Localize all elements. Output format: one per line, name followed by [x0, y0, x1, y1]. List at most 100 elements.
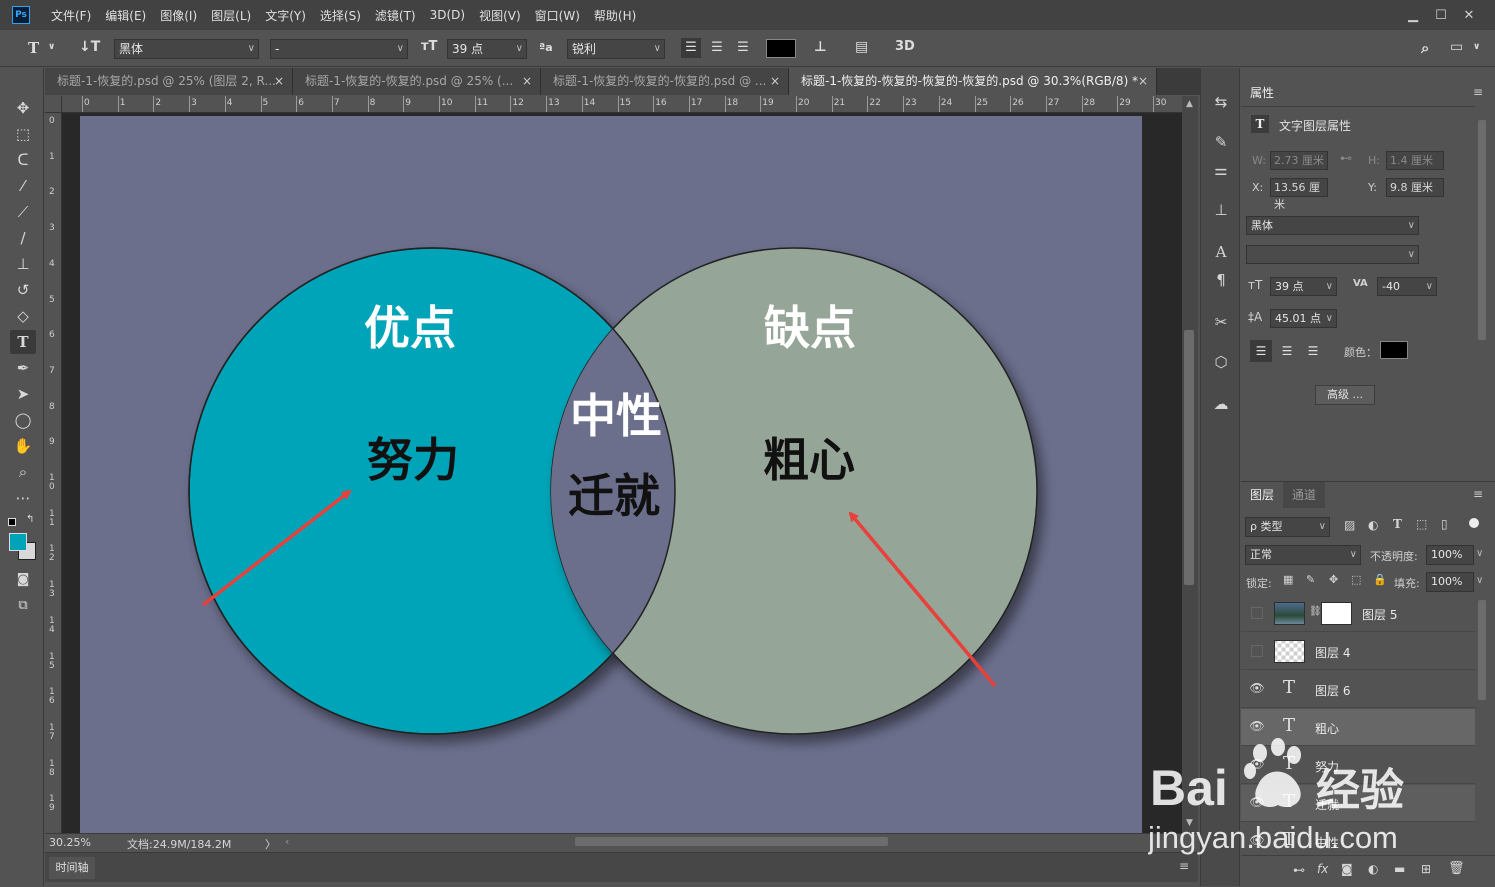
zoom-tool-icon[interactable]: ⌕ [10, 460, 36, 484]
menu-help[interactable]: 帮助(H) [587, 7, 643, 24]
layer-row[interactable]: 👁 T 图层 6 [1241, 671, 1475, 708]
menu-edit[interactable]: 编辑(E) [98, 7, 153, 24]
opacity-field[interactable]: 100% [1426, 545, 1474, 565]
layer-row[interactable]: ⛓ 图层 5 [1241, 595, 1475, 632]
font-style-select[interactable]: ∨ [1246, 245, 1419, 264]
horizontal-scroll-thumb[interactable] [575, 837, 888, 846]
chevron-down-icon[interactable]: ∨ [1476, 548, 1483, 559]
filter-adjust-icon[interactable]: ◐ [1368, 518, 1378, 532]
lasso-tool-icon[interactable]: ᑕ [10, 148, 36, 172]
close-icon[interactable]: × [1138, 68, 1148, 95]
menu-layer[interactable]: 图层(L) [204, 7, 258, 24]
antialias-select[interactable]: 锐利 ∨ [567, 39, 665, 59]
doc-tab[interactable]: 标题-1-恢复的-恢复的.psd @ 25% (... × [293, 68, 541, 95]
chevron-down-icon[interactable]: ∨ [48, 42, 55, 52]
foreground-color-swatch[interactable] [9, 533, 27, 551]
pen-tool-icon[interactable]: ✒ [10, 356, 36, 380]
search-icon[interactable]: ⌕ [1421, 39, 1429, 57]
y-field[interactable]: 9.8 厘米 [1386, 178, 1444, 197]
layer-name[interactable]: 图层 4 [1315, 644, 1350, 661]
scroll-up-icon[interactable]: ▲ [1186, 99, 1193, 109]
quick-mask-icon[interactable]: ◙ [10, 568, 36, 592]
zoom-level[interactable]: 30.25% [49, 836, 91, 849]
panel-menu-icon[interactable]: ≡ [1473, 85, 1483, 99]
marquee-tool-icon[interactable]: ⬚ [10, 122, 36, 146]
clone-source-icon[interactable]: ⊥ [1209, 198, 1233, 222]
layer-row[interactable]: 图层 4 [1241, 633, 1475, 670]
width-field[interactable]: 2.73 厘米 [1270, 151, 1328, 170]
character-icon[interactable]: A [1209, 240, 1233, 264]
brush-settings-icon[interactable]: ✎ [1209, 130, 1233, 154]
history-icon[interactable]: ⇆ [1209, 90, 1233, 114]
link-icon[interactable]: ⛓ [1309, 606, 1322, 617]
minimize-icon[interactable]: ▁ [1399, 4, 1427, 26]
filter-pixel-icon[interactable]: ▨ [1344, 518, 1355, 532]
menu-type[interactable]: 文字(Y) [258, 7, 313, 24]
layer-name[interactable]: 图层 6 [1315, 682, 1350, 699]
visibility-toggle[interactable] [1251, 645, 1263, 657]
close-icon[interactable]: × [522, 68, 532, 95]
filter-shape-icon[interactable]: ⬚ [1416, 517, 1427, 531]
chevron-down-icon[interactable]: ∨ [1473, 42, 1480, 52]
properties-scroll-thumb[interactable] [1478, 120, 1486, 340]
default-colors-icon[interactable] [8, 518, 16, 526]
font-family-select[interactable]: 黑体 ∨ [1246, 216, 1419, 235]
magic-wand-icon[interactable]: ⁄ [10, 174, 36, 198]
3d-cube-icon[interactable]: ⬡ [1209, 350, 1233, 374]
text-orientation-icon[interactable]: ↓T [79, 39, 100, 55]
maximize-icon[interactable]: ☐ [1427, 4, 1455, 26]
vertical-ruler[interactable]: 0 1 2 3 4 5 6 7 8 9 1 0 1 1 1 2 1 3 1 4 1 5 1 6 1 7 1 8 1 9 [45, 113, 62, 833]
link-layers-icon[interactable]: ⊷ [1293, 863, 1305, 877]
menu-image[interactable]: 图像(I) [153, 7, 204, 24]
workspace-icon[interactable]: ▭ [1450, 39, 1463, 55]
menu-select[interactable]: 选择(S) [313, 7, 368, 24]
adjustments-icon[interactable]: ⚌ [1209, 158, 1233, 182]
advanced-button[interactable]: 高级 ... [1315, 385, 1375, 405]
lock-pixels-icon[interactable]: ✎ [1306, 573, 1315, 586]
tab-layers[interactable]: 图层 [1241, 482, 1284, 508]
align-left-icon[interactable]: ☰ [1250, 340, 1272, 362]
text-color-swatch[interactable] [766, 39, 796, 58]
type-tool-icon[interactable]: T [28, 39, 39, 57]
history-brush-icon[interactable]: ↺ [10, 278, 36, 302]
brush-tool-icon[interactable]: ∕ [10, 226, 36, 250]
lock-all-icon[interactable]: 🔒 [1373, 573, 1387, 586]
menu-window[interactable]: 窗口(W) [528, 7, 587, 24]
link-icon[interactable]: ⊷ [1340, 151, 1352, 165]
path-select-icon[interactable]: ➤ [10, 382, 36, 406]
font-size-select[interactable]: 39 点 ∨ [447, 39, 527, 59]
menu-filter[interactable]: 滤镜(T) [368, 7, 423, 24]
blend-mode-select[interactable]: 正常 ∨ [1245, 545, 1361, 565]
horizontal-ruler[interactable]: 0 1 2 3 4 5 6 7 8 9 10 11 12 13 14 15 16 17 18 19 20 21 22 23 24… [62, 96, 1182, 113]
fill-field[interactable]: 100% [1426, 572, 1474, 592]
document-workspace[interactable]: 优点 努力 缺点 粗心 中性 迁就 [62, 113, 1182, 833]
lock-artboard-icon[interactable]: ⬚ [1351, 573, 1361, 586]
align-right-icon[interactable]: ☰ [1302, 340, 1324, 362]
lock-transparent-icon[interactable]: ▦ [1283, 573, 1293, 586]
eraser-tool-icon[interactable]: ◇ [10, 304, 36, 328]
character-panel-icon[interactable]: ▤ [855, 39, 868, 55]
ruler-corner[interactable] [45, 96, 62, 113]
close-icon[interactable]: × [274, 68, 284, 95]
filter-type-icon[interactable]: T [1393, 517, 1402, 531]
menu-view[interactable]: 视图(V) [472, 7, 528, 24]
font-size-select[interactable]: 39 点 ∨ [1270, 277, 1337, 296]
align-right-icon[interactable]: ☰ [733, 38, 753, 58]
lock-position-icon[interactable]: ✥ [1329, 573, 1338, 586]
tracking-select[interactable]: -40 ∨ [1377, 277, 1437, 296]
more-tools-icon[interactable]: ⋯ [10, 486, 36, 510]
doc-tab-active[interactable]: 标题-1-恢复的-恢复的-恢复的-恢复的.psd @ 30.3%(RGB/8) … [789, 68, 1157, 95]
timeline-tab[interactable]: 时间轴 [49, 857, 95, 879]
font-style-select[interactable]: - ∨ [270, 39, 408, 59]
scroll-left-icon[interactable]: ‹ [285, 835, 289, 848]
align-left-icon[interactable]: ☰ [681, 38, 701, 58]
layer-mask-thumbnail[interactable] [1321, 602, 1352, 625]
creative-cloud-icon[interactable]: ☁ [1209, 392, 1233, 416]
type-tool-icon[interactable]: T [10, 330, 36, 354]
warp-text-icon[interactable]: ⊥ [814, 39, 827, 55]
photoshop-logo-icon[interactable]: Ps [12, 6, 30, 24]
tools-preset-icon[interactable]: ✂ [1209, 310, 1233, 334]
move-tool-icon[interactable]: ✥ [10, 96, 36, 120]
screen-mode-icon[interactable]: ⧉ [10, 594, 36, 618]
trash-icon[interactable]: 🗑 [1448, 861, 1465, 876]
